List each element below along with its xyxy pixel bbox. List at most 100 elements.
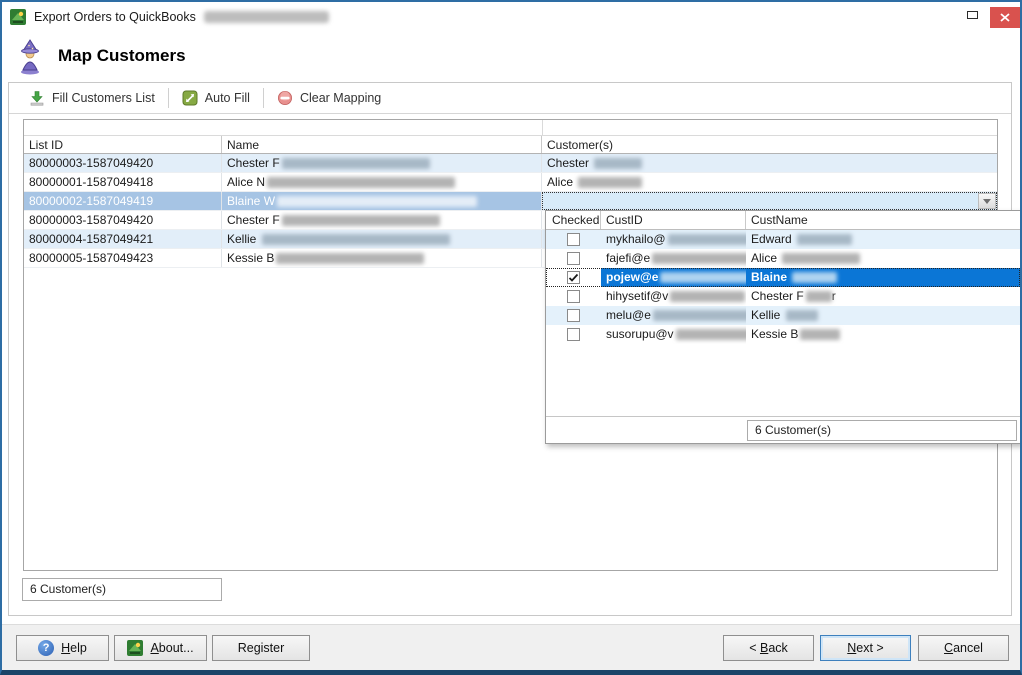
cell-checked[interactable] [546, 230, 601, 249]
bottom-button-bar: ? Help About... Register < Back Next > C… [2, 624, 1020, 670]
window-title: Export Orders to QuickBooks [34, 10, 196, 24]
cell-name[interactable]: Kellie [222, 230, 542, 248]
grid-row[interactable]: 80000003-1587049420Chester FChester [24, 154, 997, 173]
cell-cust-id[interactable]: hihysetif@v [601, 287, 746, 306]
cell-checked[interactable] [546, 268, 601, 287]
toolbar-separator [263, 88, 264, 108]
auto-fill-button[interactable]: Auto Fill [178, 90, 254, 106]
dropdown-row[interactable]: fajefi@eAlice [546, 249, 1020, 268]
fill-customers-icon [29, 90, 45, 106]
column-header-list-id[interactable]: List ID [24, 136, 222, 153]
dropdown-record-count-box: 6 Customer(s) [747, 420, 1017, 441]
grid-row[interactable]: 80000002-1587049419Blaine W [24, 192, 997, 211]
auto-fill-icon [182, 90, 198, 106]
app-icon [10, 9, 26, 25]
combobox-dropdown-button[interactable] [978, 193, 996, 209]
cell-name[interactable]: Kessie B [222, 249, 542, 267]
next-label: Next > [847, 641, 883, 655]
chevron-down-icon [983, 199, 991, 204]
toolbar-separator [168, 88, 169, 108]
checkbox-checked[interactable] [567, 271, 580, 284]
cell-list-id[interactable]: 80000003-1587049420 [24, 211, 222, 229]
toolbar: Fill Customers List Auto Fill Clear Mapp… [9, 83, 1011, 114]
help-button[interactable]: ? Help [16, 635, 109, 661]
cell-cust-name[interactable]: Chester Fr [746, 287, 1020, 306]
cell-list-id[interactable]: 80000003-1587049420 [24, 154, 222, 172]
cancel-button[interactable]: Cancel [918, 635, 1009, 661]
cell-name[interactable]: Blaine W [222, 192, 542, 210]
back-button[interactable]: < Back [723, 635, 814, 661]
export-orders-window: Export Orders to QuickBooks Map Customer… [0, 0, 1022, 675]
help-icon: ? [38, 640, 54, 656]
checkbox-unchecked[interactable] [567, 290, 580, 303]
record-count-box: 6 Customer(s) [22, 578, 222, 601]
dropdown-row[interactable]: hihysetif@vChester Fr [546, 287, 1020, 306]
cell-cust-name[interactable]: Alice [746, 249, 1020, 268]
grid-header-row: List ID Name Customer(s) [24, 136, 997, 154]
column-header-name[interactable]: Name [222, 136, 542, 153]
customer-dropdown-popup: Checked CustID CustName mykhailo@Edward … [545, 210, 1021, 444]
cell-list-id[interactable]: 80000004-1587049421 [24, 230, 222, 248]
dropdown-row[interactable]: melu@eKellie [546, 306, 1020, 325]
fill-customers-list-label: Fill Customers List [52, 91, 155, 105]
cell-list-id[interactable]: 80000001-1587049418 [24, 173, 222, 191]
grid-band-row [24, 120, 997, 136]
wizard-icon [16, 39, 44, 80]
dropdown-column-custid[interactable]: CustID [601, 211, 746, 229]
cell-cust-id[interactable]: pojew@e [601, 268, 746, 287]
customer-combobox-editor[interactable] [542, 192, 997, 210]
minimize-icon[interactable] [967, 11, 978, 19]
cell-customers[interactable]: Chester [542, 154, 997, 172]
clear-mapping-label: Clear Mapping [300, 91, 381, 105]
cell-cust-id[interactable]: susorupu@v [601, 325, 746, 344]
checkbox-unchecked[interactable] [567, 233, 580, 246]
dropdown-row[interactable]: susorupu@vKessie B [546, 325, 1020, 344]
cell-cust-name[interactable]: Kessie B [746, 325, 1020, 344]
clear-mapping-button[interactable]: Clear Mapping [273, 90, 385, 106]
cell-name[interactable]: Alice N [222, 173, 542, 191]
checkbox-unchecked[interactable] [567, 252, 580, 265]
dropdown-header-row: Checked CustID CustName [546, 211, 1020, 230]
grid-row[interactable]: 80000001-1587049418Alice NAlice [24, 173, 997, 192]
help-label: Help [61, 641, 87, 655]
cell-cust-id[interactable]: melu@e [601, 306, 746, 325]
about-label: About... [150, 641, 193, 655]
cell-checked[interactable] [546, 325, 601, 344]
cell-cust-name[interactable]: Edward [746, 230, 1020, 249]
column-header-customers[interactable]: Customer(s) [542, 136, 997, 153]
cell-list-id[interactable]: 80000002-1587049419 [24, 192, 222, 210]
checkbox-unchecked[interactable] [567, 328, 580, 341]
dropdown-column-checked[interactable]: Checked [546, 211, 601, 229]
back-label: < Back [749, 641, 788, 655]
cell-checked[interactable] [546, 287, 601, 306]
dropdown-footer: 6 Customer(s) [546, 416, 1020, 443]
fill-customers-list-button[interactable]: Fill Customers List [25, 90, 159, 106]
close-icon [1000, 13, 1010, 22]
cell-cust-id[interactable]: mykhailo@ [601, 230, 746, 249]
window-title-redacted [204, 11, 329, 23]
cancel-label: Cancel [944, 641, 983, 655]
auto-fill-label: Auto Fill [205, 91, 250, 105]
cell-checked[interactable] [546, 306, 601, 325]
dropdown-rows: mykhailo@Edward fajefi@eAlice pojew@eBla… [546, 230, 1020, 344]
dropdown-column-custname[interactable]: CustName [746, 211, 1018, 229]
close-button[interactable] [990, 7, 1020, 28]
cell-name[interactable]: Chester F [222, 211, 542, 229]
title-bar: Export Orders to QuickBooks [2, 2, 1020, 32]
next-button[interactable]: Next > [820, 635, 911, 661]
page-header: Map Customers [2, 32, 1020, 82]
register-button[interactable]: Register [212, 635, 310, 661]
clear-mapping-icon [277, 90, 293, 106]
cell-customers[interactable]: Alice [542, 173, 997, 191]
checkbox-unchecked[interactable] [567, 309, 580, 322]
cell-name[interactable]: Chester F [222, 154, 542, 172]
register-label: Register [238, 641, 285, 655]
cell-checked[interactable] [546, 249, 601, 268]
about-button[interactable]: About... [114, 635, 207, 661]
cell-cust-name[interactable]: Blaine [746, 268, 1020, 287]
dropdown-row[interactable]: pojew@eBlaine [546, 268, 1020, 287]
dropdown-row[interactable]: mykhailo@Edward [546, 230, 1020, 249]
cell-cust-id[interactable]: fajefi@e [601, 249, 746, 268]
cell-cust-name[interactable]: Kellie [746, 306, 1020, 325]
cell-list-id[interactable]: 80000005-1587049423 [24, 249, 222, 267]
